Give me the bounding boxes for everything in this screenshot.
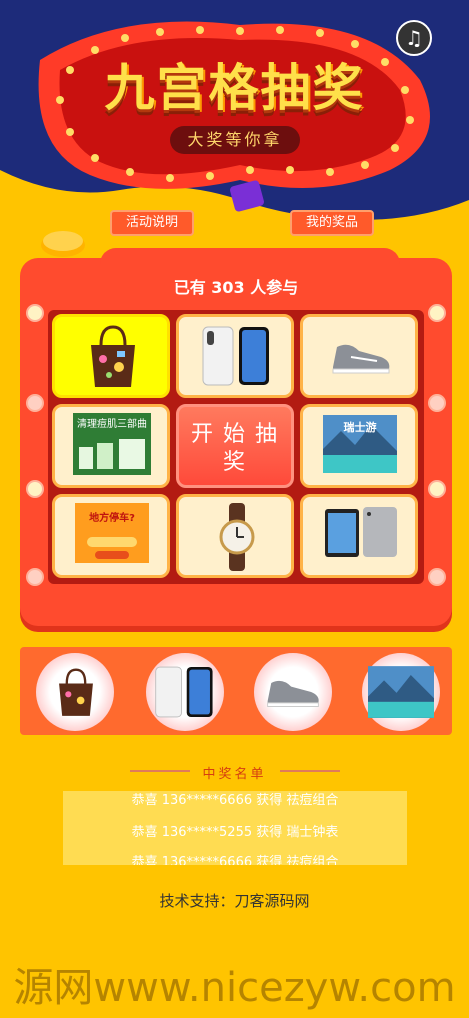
prize-cell-travel: 瑞士游 — [300, 404, 418, 488]
start-draw-button[interactable]: 开始抽奖 — [176, 404, 294, 488]
carousel-item — [146, 653, 224, 731]
light-dot — [26, 480, 44, 498]
tech-support-text: 技术支持：刀客源码网 — [159, 892, 310, 910]
prize-cell-coupon: 地方停车? — [52, 494, 170, 578]
watch-icon — [219, 503, 255, 571]
sneaker-icon — [332, 344, 390, 374]
prize-cell-sneaker — [300, 314, 418, 398]
music-note-icon: ♫ — [405, 26, 423, 50]
tablet-icon — [325, 507, 397, 557]
winner-item: 恭喜 136*****6666 获得 祛痘组合 — [131, 793, 339, 808]
prize-cell-handbag — [52, 314, 170, 398]
music-toggle-button[interactable]: ♫ — [396, 20, 432, 56]
winners-title: 中奖名单 — [202, 767, 267, 782]
light-dot — [428, 568, 446, 586]
phone-icon — [155, 666, 213, 718]
prize-cell-ipad — [300, 494, 418, 578]
light-dot — [428, 304, 446, 322]
light-dot — [428, 394, 446, 412]
handbag-icon — [91, 325, 135, 387]
watermark: 源网www.nicezyw.com — [13, 965, 456, 1011]
prize-caption: 清理痘肌三部曲 — [77, 419, 147, 430]
light-dot — [26, 394, 44, 412]
page-title: 九宫格抽奖 — [104, 59, 365, 117]
my-prizes-button[interactable]: 我的奖品 — [290, 210, 375, 236]
page-subtitle: 大奖等你拿 — [170, 126, 300, 154]
carousel-item — [254, 653, 332, 731]
light-dot — [428, 480, 446, 498]
rules-button[interactable]: 活动说明 — [110, 210, 195, 236]
light-dot — [26, 568, 44, 586]
prize-cell-iphone — [176, 314, 294, 398]
phone-icon — [202, 326, 269, 386]
sneaker-icon — [267, 680, 319, 707]
winner-item: 恭喜 136*****6666 获得 祛痘组合 — [131, 855, 339, 865]
participants-count: 已有 303 人参与 — [173, 278, 299, 297]
carousel-item — [36, 653, 114, 731]
start-draw-label: 开始抽奖 — [190, 422, 287, 475]
travel-icon — [368, 666, 434, 718]
light-dot — [26, 304, 44, 322]
winners-list: 恭喜 136*****6666 获得 祛痘组合 恭喜 136*****5255 … — [63, 791, 407, 865]
winner-item: 恭喜 136*****5255 获得 瑞士钟表 — [131, 825, 339, 840]
prize-caption: 地方停车? — [89, 513, 135, 524]
carousel-item — [362, 653, 440, 731]
prize-caption: 瑞士游 — [343, 421, 377, 434]
prize-carousel[interactable] — [20, 647, 452, 735]
prize-grid: 清理痘肌三部曲 开始抽奖 瑞士游 地方停车? — [48, 310, 424, 584]
prize-cell-skincare: 清理痘肌三部曲 — [52, 404, 170, 488]
lottery-board: 已有 303 人参与 清理痘肌三部曲 开始抽奖 瑞士游 地方停车? — [20, 248, 452, 626]
prize-cell-watch — [176, 494, 294, 578]
handbag-icon — [59, 668, 93, 716]
